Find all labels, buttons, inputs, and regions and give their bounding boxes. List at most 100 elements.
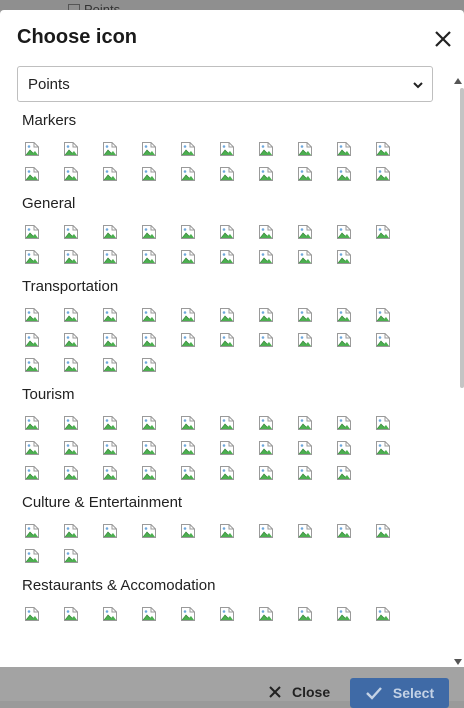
broken-image-icon[interactable] bbox=[24, 606, 40, 622]
broken-image-icon[interactable] bbox=[297, 141, 313, 157]
broken-image-icon[interactable] bbox=[219, 523, 235, 539]
broken-image-icon[interactable] bbox=[24, 548, 40, 564]
broken-image-icon[interactable] bbox=[336, 141, 352, 157]
broken-image-icon[interactable] bbox=[102, 141, 118, 157]
broken-image-icon[interactable] bbox=[297, 166, 313, 182]
broken-image-icon[interactable] bbox=[102, 606, 118, 622]
broken-image-icon[interactable] bbox=[141, 141, 157, 157]
broken-image-icon[interactable] bbox=[336, 606, 352, 622]
broken-image-icon[interactable] bbox=[375, 141, 391, 157]
broken-image-icon[interactable] bbox=[297, 224, 313, 240]
broken-image-icon[interactable] bbox=[180, 606, 196, 622]
broken-image-icon[interactable] bbox=[375, 523, 391, 539]
broken-image-icon[interactable] bbox=[180, 465, 196, 481]
broken-image-icon[interactable] bbox=[258, 606, 274, 622]
broken-image-icon[interactable] bbox=[336, 166, 352, 182]
broken-image-icon[interactable] bbox=[375, 166, 391, 182]
broken-image-icon[interactable] bbox=[297, 606, 313, 622]
broken-image-icon[interactable] bbox=[336, 465, 352, 481]
broken-image-icon[interactable] bbox=[180, 224, 196, 240]
broken-image-icon[interactable] bbox=[219, 465, 235, 481]
broken-image-icon[interactable] bbox=[141, 415, 157, 431]
broken-image-icon[interactable] bbox=[336, 415, 352, 431]
scroll-up-icon[interactable] bbox=[454, 72, 462, 84]
broken-image-icon[interactable] bbox=[180, 440, 196, 456]
broken-image-icon[interactable] bbox=[63, 548, 79, 564]
broken-image-icon[interactable] bbox=[102, 307, 118, 323]
broken-image-icon[interactable] bbox=[180, 523, 196, 539]
broken-image-icon[interactable] bbox=[375, 440, 391, 456]
broken-image-icon[interactable] bbox=[63, 357, 79, 373]
broken-image-icon[interactable] bbox=[336, 249, 352, 265]
broken-image-icon[interactable] bbox=[180, 332, 196, 348]
broken-image-icon[interactable] bbox=[258, 440, 274, 456]
broken-image-icon[interactable] bbox=[219, 415, 235, 431]
broken-image-icon[interactable] bbox=[24, 332, 40, 348]
broken-image-icon[interactable] bbox=[141, 307, 157, 323]
scrollbar-thumb[interactable] bbox=[460, 88, 464, 388]
broken-image-icon[interactable] bbox=[258, 224, 274, 240]
broken-image-icon[interactable] bbox=[24, 249, 40, 265]
broken-image-icon[interactable] bbox=[63, 465, 79, 481]
broken-image-icon[interactable] bbox=[219, 141, 235, 157]
icon-category-select[interactable]: Points bbox=[17, 66, 433, 102]
broken-image-icon[interactable] bbox=[297, 307, 313, 323]
broken-image-icon[interactable] bbox=[219, 166, 235, 182]
select-button[interactable]: Select bbox=[350, 678, 449, 708]
broken-image-icon[interactable] bbox=[63, 606, 79, 622]
broken-image-icon[interactable] bbox=[219, 249, 235, 265]
broken-image-icon[interactable] bbox=[24, 141, 40, 157]
broken-image-icon[interactable] bbox=[336, 332, 352, 348]
broken-image-icon[interactable] bbox=[297, 440, 313, 456]
broken-image-icon[interactable] bbox=[63, 415, 79, 431]
broken-image-icon[interactable] bbox=[219, 332, 235, 348]
broken-image-icon[interactable] bbox=[258, 141, 274, 157]
broken-image-icon[interactable] bbox=[219, 224, 235, 240]
broken-image-icon[interactable] bbox=[24, 465, 40, 481]
broken-image-icon[interactable] bbox=[141, 224, 157, 240]
broken-image-icon[interactable] bbox=[336, 440, 352, 456]
broken-image-icon[interactable] bbox=[258, 307, 274, 323]
broken-image-icon[interactable] bbox=[141, 440, 157, 456]
broken-image-icon[interactable] bbox=[63, 166, 79, 182]
broken-image-icon[interactable] bbox=[297, 249, 313, 265]
broken-image-icon[interactable] bbox=[102, 440, 118, 456]
broken-image-icon[interactable] bbox=[375, 606, 391, 622]
broken-image-icon[interactable] bbox=[258, 166, 274, 182]
broken-image-icon[interactable] bbox=[63, 440, 79, 456]
broken-image-icon[interactable] bbox=[102, 523, 118, 539]
broken-image-icon[interactable] bbox=[141, 523, 157, 539]
broken-image-icon[interactable] bbox=[180, 166, 196, 182]
broken-image-icon[interactable] bbox=[336, 307, 352, 323]
broken-image-icon[interactable] bbox=[63, 249, 79, 265]
broken-image-icon[interactable] bbox=[336, 224, 352, 240]
broken-image-icon[interactable] bbox=[297, 465, 313, 481]
broken-image-icon[interactable] bbox=[258, 249, 274, 265]
broken-image-icon[interactable] bbox=[63, 523, 79, 539]
broken-image-icon[interactable] bbox=[102, 166, 118, 182]
broken-image-icon[interactable] bbox=[141, 166, 157, 182]
broken-image-icon[interactable] bbox=[102, 465, 118, 481]
broken-image-icon[interactable] bbox=[24, 224, 40, 240]
broken-image-icon[interactable] bbox=[297, 415, 313, 431]
broken-image-icon[interactable] bbox=[375, 307, 391, 323]
broken-image-icon[interactable] bbox=[24, 307, 40, 323]
broken-image-icon[interactable] bbox=[375, 224, 391, 240]
broken-image-icon[interactable] bbox=[180, 415, 196, 431]
broken-image-icon[interactable] bbox=[63, 224, 79, 240]
broken-image-icon[interactable] bbox=[336, 523, 352, 539]
broken-image-icon[interactable] bbox=[375, 332, 391, 348]
broken-image-icon[interactable] bbox=[141, 332, 157, 348]
broken-image-icon[interactable] bbox=[24, 523, 40, 539]
scrollbar[interactable] bbox=[452, 66, 464, 667]
broken-image-icon[interactable] bbox=[141, 357, 157, 373]
scroll-down-icon[interactable] bbox=[454, 653, 462, 665]
broken-image-icon[interactable] bbox=[297, 523, 313, 539]
broken-image-icon[interactable] bbox=[180, 307, 196, 323]
broken-image-icon[interactable] bbox=[24, 415, 40, 431]
close-icon[interactable] bbox=[432, 28, 454, 50]
broken-image-icon[interactable] bbox=[297, 332, 313, 348]
broken-image-icon[interactable] bbox=[63, 332, 79, 348]
broken-image-icon[interactable] bbox=[141, 249, 157, 265]
broken-image-icon[interactable] bbox=[24, 357, 40, 373]
